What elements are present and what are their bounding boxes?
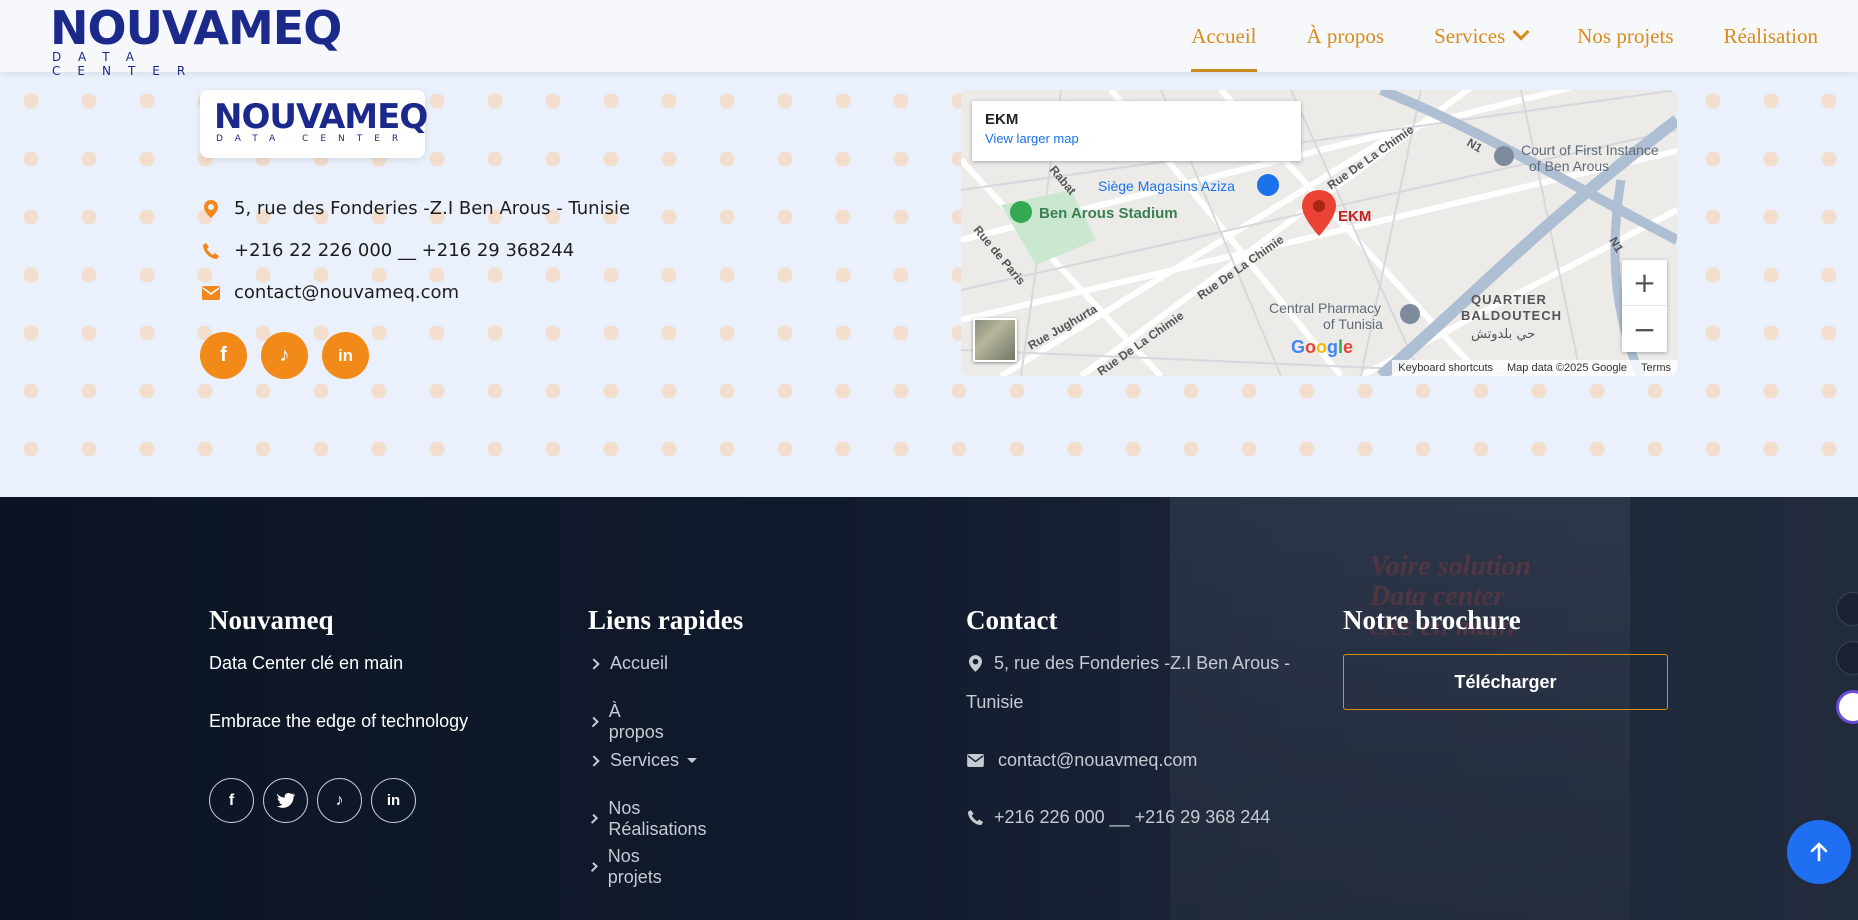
brand-logo[interactable]: NOUVAMEQ DATA CENTER — [50, 1, 342, 78]
contact-section: NOUVAMEQ DATA CENTER 5, rue des Fonderie… — [0, 72, 1858, 497]
contact-address-text: 5, rue des Fonderies -Z.I Ben Arous - Tu… — [234, 198, 631, 219]
footer-link-a-propos[interactable]: À propos — [588, 701, 665, 743]
map-label-court-1: Court of First Instance — [1521, 142, 1659, 158]
view-larger-map-link[interactable]: View larger map — [985, 131, 1288, 146]
footer-link-label: À propos — [608, 701, 664, 742]
google-map[interactable]: Ben Arous Stadium Siège Magasins Aziza E… — [961, 90, 1677, 376]
footer-link-nos-projets[interactable]: Nos projets — [588, 846, 664, 888]
download-brochure-button[interactable]: Télécharger — [1343, 654, 1668, 710]
footer-about-line1: Data Center clé en main — [209, 653, 404, 673]
contact-phone[interactable]: +216 22 226 000 __ +216 29 368244 — [200, 240, 574, 261]
contact-email[interactable]: contact@nouvameq.com — [200, 282, 459, 303]
footer-link-realisations[interactable]: Nos Réalisations — [588, 798, 708, 840]
map-label-stadium: Ben Arous Stadium — [1039, 205, 1178, 222]
nav-item-label: Nos projets — [1577, 23, 1674, 48]
contact-phone-text: +216 22 226 000 __ +216 29 368244 — [234, 240, 575, 261]
map-zoom-controls: + − — [1622, 260, 1667, 352]
footer-social-links: f ♪ in — [209, 778, 416, 823]
contact-email-text: contact@nouvameq.com — [234, 282, 460, 303]
map-label-store: Siège Magasins Aziza — [1098, 178, 1235, 194]
nav-item-label: À propos — [1306, 23, 1385, 48]
caret-down-icon — [687, 758, 698, 763]
chevron-down-icon — [1512, 23, 1530, 41]
chevron-right-icon — [588, 862, 598, 872]
site-header: NOUVAMEQ DATA CENTER Accueil À propos Se… — [0, 0, 1858, 78]
contact-logo-card: NOUVAMEQ DATA CENTER — [200, 90, 428, 158]
map-place-card: EKM View larger map — [972, 101, 1301, 161]
map-label-pharmacy-1: Central Pharmacy — [1269, 300, 1381, 316]
envelope-icon — [200, 285, 222, 300]
footer-contact-title: Contact — [966, 605, 1058, 635]
map-label-quarter-arabic: حي بلدوتش — [1471, 327, 1535, 342]
contact-logo-tagline: DATA CENTER — [216, 134, 411, 144]
nav-item-nos-projets[interactable]: Nos projets — [1577, 0, 1673, 72]
twitter-icon[interactable] — [263, 778, 308, 823]
nav-item-realisation[interactable]: Réalisation — [1724, 0, 1818, 72]
footer-about: Nouvameq — [209, 605, 334, 636]
map-label-quarter-2: BALDOUTECH — [1461, 308, 1562, 323]
chevron-right-icon — [588, 657, 600, 670]
map-data-attribution: Map data ©2025 Google — [1507, 362, 1628, 374]
google-logo: Google — [1291, 337, 1354, 357]
contact-address: 5, rue des Fonderies -Z.I Ben Arous - Tu… — [200, 198, 630, 219]
footer-link-label: Accueil — [610, 653, 669, 673]
map-label-court-2: of Ben Arous — [1529, 158, 1609, 174]
zoom-out-button[interactable]: − — [1622, 306, 1667, 352]
nav-item-label: Services — [1434, 23, 1506, 48]
tiktok-icon[interactable]: ♪ — [261, 332, 308, 379]
footer-contact-phone[interactable]: +216 226 000 __ +216 29 368 244 — [966, 807, 1270, 828]
footer-about-title: Nouvameq — [209, 605, 334, 635]
chevron-right-icon — [588, 813, 599, 825]
footer-link-label: Nos Réalisations — [608, 798, 707, 839]
footer-link-label: Nos projets — [607, 846, 662, 887]
envelope-icon — [966, 754, 984, 767]
arrow-up-icon — [1810, 842, 1828, 862]
linkedin-icon[interactable]: in — [371, 778, 416, 823]
keyboard-shortcuts-link[interactable]: Keyboard shortcuts — [1398, 362, 1493, 374]
footer-contact-address: 5, rue des Fonderies -Z.I Ben Arous - — [966, 653, 1290, 674]
main-nav: Accueil À propos Services Nos projets Ré… — [1191, 0, 1818, 72]
footer-contact-address-line1: 5, rue des Fonderies -Z.I Ben Arous - — [994, 653, 1291, 673]
map-label-pin: EKM — [1338, 208, 1371, 225]
contact-logo-text: NOUVAMEQ — [214, 97, 428, 137]
facebook-icon[interactable]: f — [200, 332, 247, 379]
zoom-in-button[interactable]: + — [1622, 260, 1667, 306]
nav-item-accueil[interactable]: Accueil — [1191, 0, 1257, 72]
footer-about-line2: Embrace the edge of technology — [209, 711, 469, 731]
facebook-icon[interactable]: f — [209, 778, 254, 823]
map-place-name: EKM — [985, 111, 1019, 128]
tiktok-icon[interactable]: ♪ — [317, 778, 362, 823]
footer-link-accueil[interactable]: Accueil — [588, 653, 668, 674]
linkedin-icon[interactable]: in — [322, 332, 369, 379]
footer-link-label: Services — [610, 750, 680, 770]
phone-icon — [200, 242, 222, 260]
map-label-pharmacy-2: of Tunisia — [1323, 316, 1383, 332]
nav-item-label: Réalisation — [1723, 23, 1818, 48]
chevron-right-icon — [588, 716, 599, 728]
footer-contact-email-text: contact@nouavmeq.com — [998, 750, 1198, 770]
nav-item-services[interactable]: Services — [1434, 0, 1530, 72]
map-label-quarter-1: QUARTIER — [1471, 292, 1547, 307]
nav-item-label: Accueil — [1191, 23, 1257, 48]
map-footer: Keyboard shortcuts Map data ©2025 Google… — [1392, 360, 1677, 376]
chevron-right-icon — [588, 754, 600, 767]
footer-link-services[interactable]: Services — [588, 750, 698, 771]
footer-contact-email[interactable]: contact@nouavmeq.com — [966, 750, 1197, 771]
satellite-toggle-button[interactable] — [973, 318, 1017, 362]
map-terms-link[interactable]: Terms — [1641, 362, 1671, 374]
footer-contact-phone-text: +216 226 000 __ +216 29 368 244 — [994, 807, 1271, 827]
back-to-top-button[interactable] — [1787, 820, 1851, 884]
footer-contact-address-line2: Tunisie — [966, 692, 1024, 712]
phone-icon — [966, 809, 984, 826]
nav-item-a-propos[interactable]: À propos — [1307, 0, 1385, 72]
footer-bg-text-line: Voire solution — [1370, 551, 1532, 582]
brand-logo-text: NOUVAMEQ — [50, 1, 342, 55]
location-pin-icon — [200, 199, 222, 218]
footer-links-title: Liens rapides — [588, 605, 744, 635]
social-links-orange: f ♪ in — [200, 332, 369, 379]
location-pin-icon — [966, 655, 984, 672]
footer-brochure-title: Notre brochure — [1343, 605, 1521, 635]
